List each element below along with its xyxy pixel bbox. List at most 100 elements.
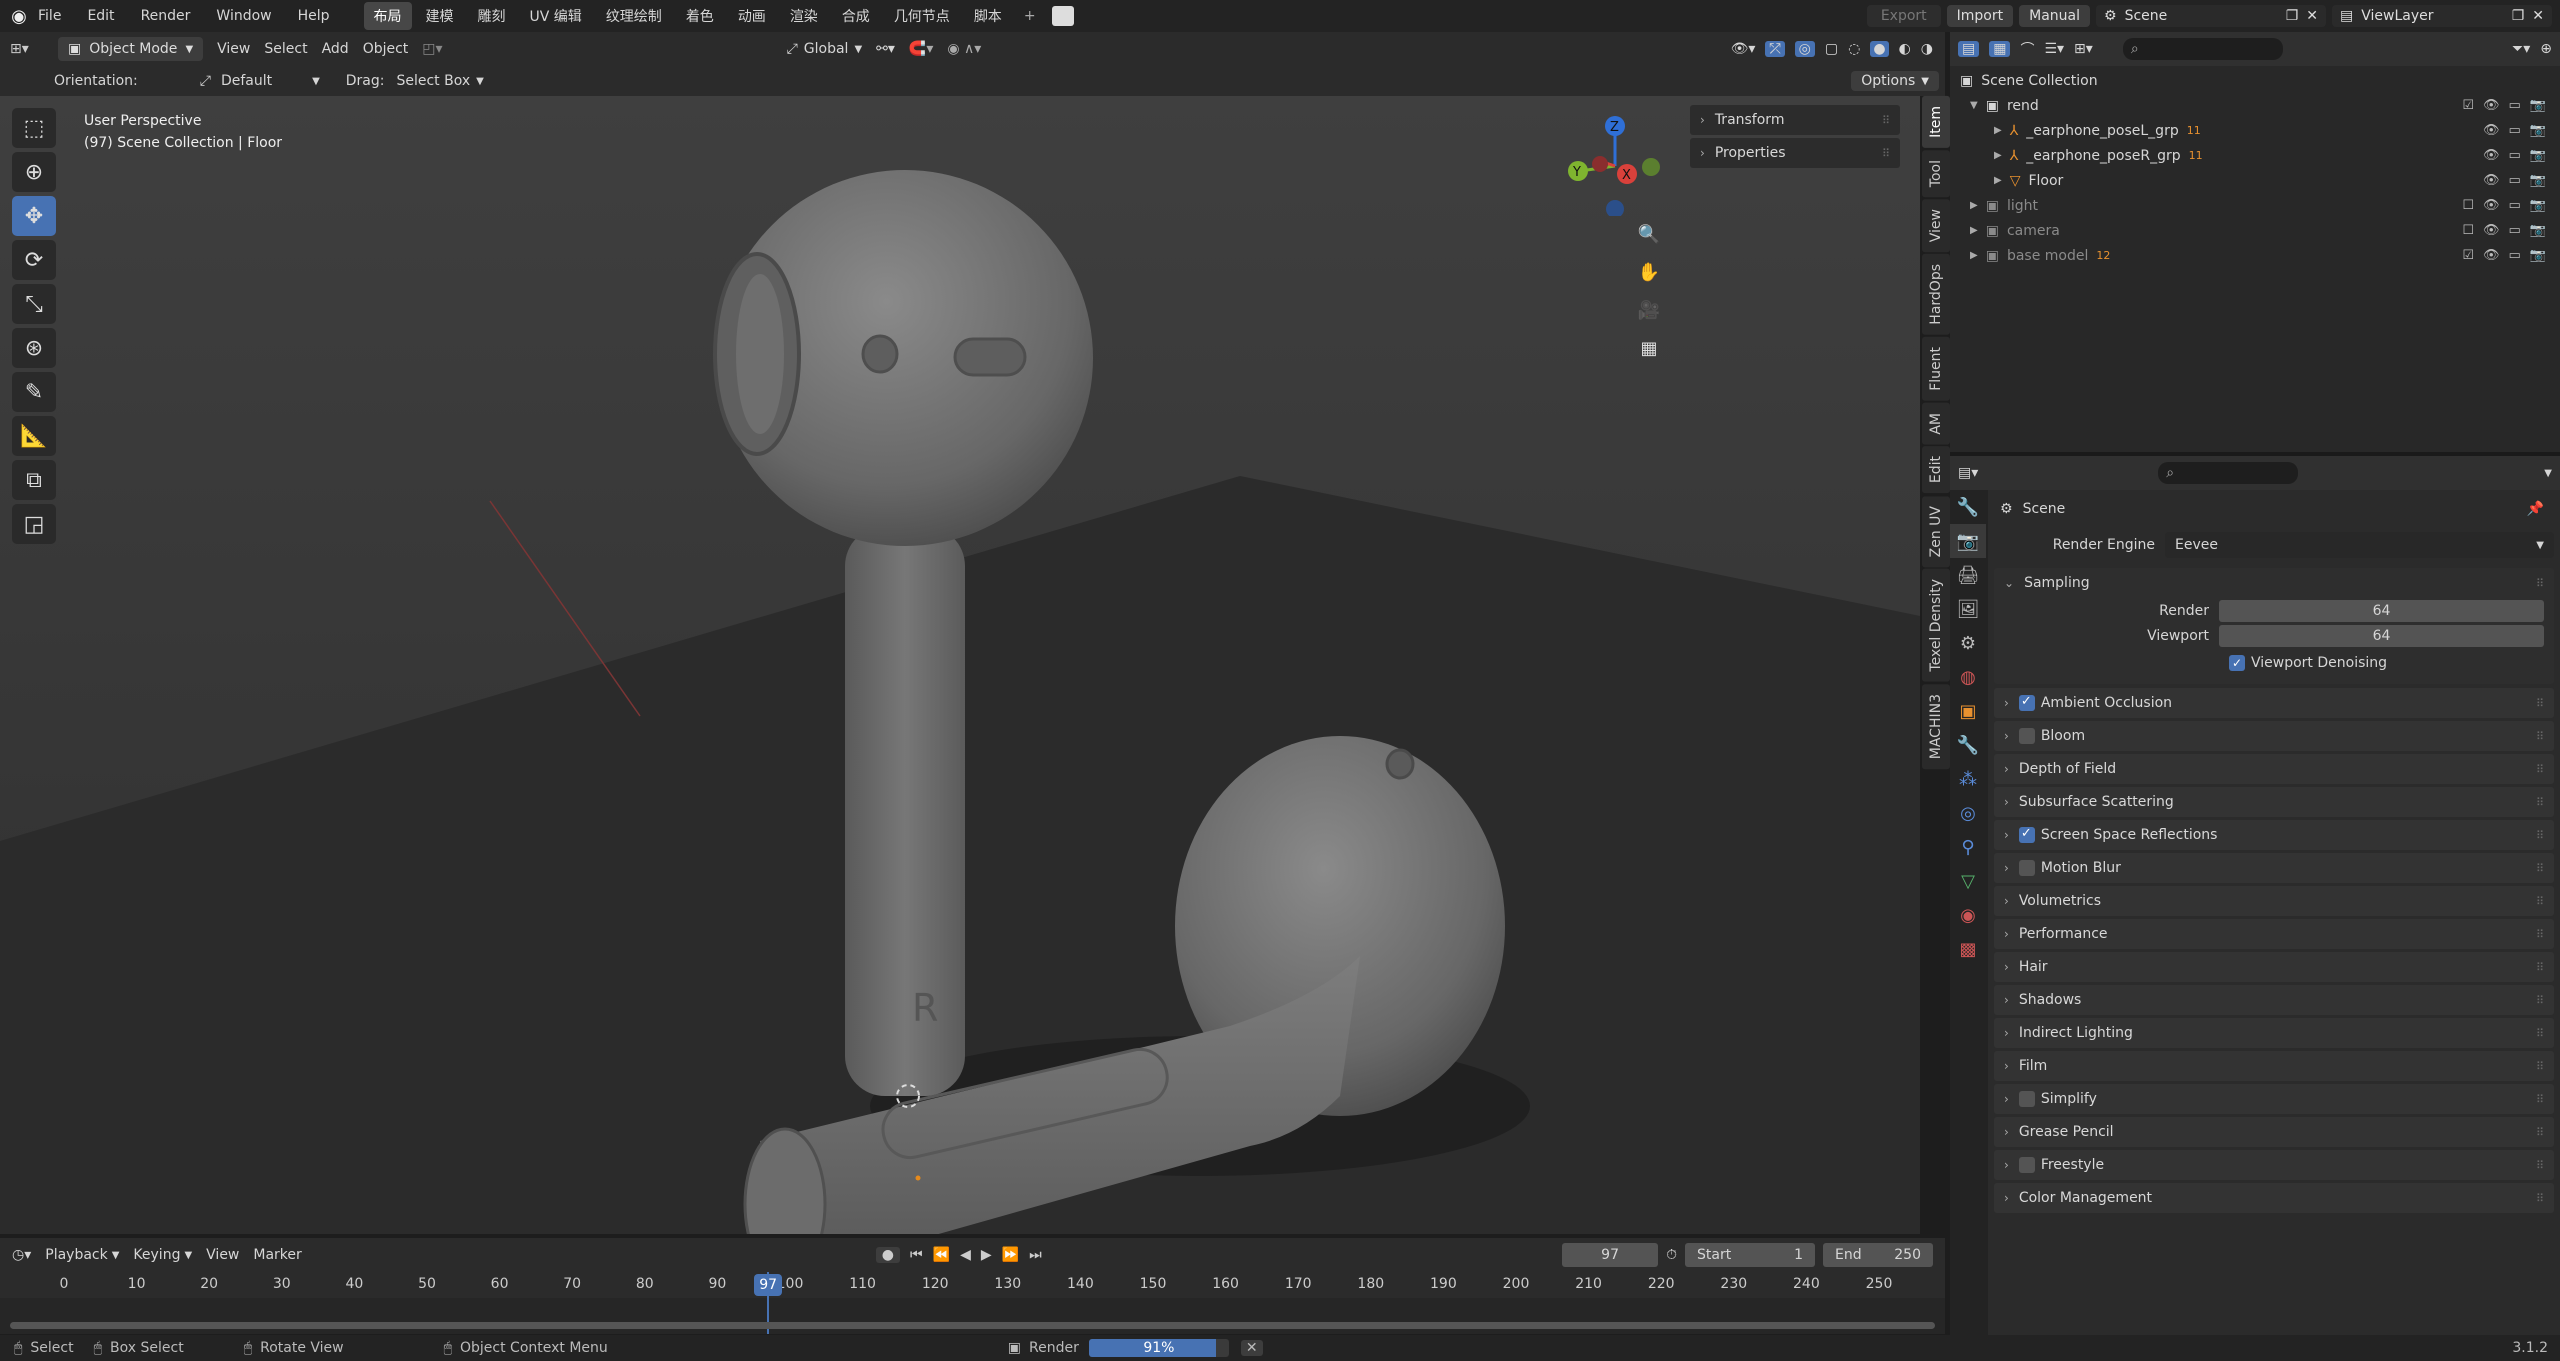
tab-workspace-layout[interactable]: 布局 (363, 2, 412, 30)
transform-tool-icon[interactable]: ⊛ (12, 328, 56, 368)
grip-icon[interactable]: ⠿ (2536, 994, 2544, 1007)
render-panel-grease-pencil[interactable]: › Grease Pencil ⠿ (1994, 1117, 2554, 1147)
grip-icon[interactable]: ⠿ (2536, 1060, 2544, 1073)
menu-help[interactable]: Help (298, 8, 330, 24)
tab-workspace-geometry-nodes[interactable]: 几何节点 (884, 2, 960, 30)
tab-workspace-modeling[interactable]: 建模 (416, 2, 464, 30)
texture-tab-icon[interactable]: ▩ (1950, 932, 1986, 966)
render-panel-ambient-occlusion[interactable]: › Ambient Occlusion ⠿ (1994, 688, 2554, 718)
gizmo-toggle-icon[interactable]: ⤱ (1765, 41, 1785, 57)
viewlayer-selector[interactable]: ▤ ViewLayer ❐ ✕ (2332, 5, 2552, 27)
xray-icon[interactable]: ▢ (1825, 41, 1838, 57)
render-panel-bloom[interactable]: › Bloom ⠿ (1994, 721, 2554, 751)
tab-view[interactable]: View (1922, 199, 1950, 253)
start-frame-field[interactable]: Start 1 (1685, 1243, 1815, 1267)
render-panel-indirect-lighting[interactable]: › Indirect Lighting ⠿ (1994, 1018, 2554, 1048)
new-collection-icon[interactable]: ⊞▾ (2074, 41, 2093, 57)
grip-icon[interactable]: ⠿ (2536, 763, 2544, 776)
drag-dropdown[interactable]: Select Box ▼ (396, 73, 483, 89)
material-tab-icon[interactable]: ◉ (1950, 898, 1986, 932)
render-samples-field[interactable]: 64 (2219, 599, 2544, 622)
render-engine-dropdown[interactable]: Eevee ▼ (2165, 532, 2554, 558)
render-panel-volumetrics[interactable]: › Volumetrics ⠿ (1994, 886, 2554, 916)
jump-start-icon[interactable]: ⏮ (910, 1247, 923, 1263)
checkbox-icon[interactable]: ☐ (2462, 223, 2474, 238)
eye-icon[interactable]: 👁 (2483, 98, 2500, 113)
viewport-denoising-checkbox[interactable]: ✓ (2229, 655, 2245, 671)
outliner-item[interactable]: ▼ ▣ rend ☑ 👁 ▭ 📷 (1956, 93, 2554, 118)
tab-fluent[interactable]: Fluent (1922, 337, 1950, 401)
scene-selector[interactable]: ⚙ Scene ❐ ✕ (2096, 5, 2326, 27)
select-box-tool-icon[interactable]: ⬚ (12, 108, 56, 148)
copy-icon[interactable]: ❐ (2512, 8, 2525, 24)
expand-arrow-icon[interactable]: ▼ (1970, 100, 1978, 111)
tab-am[interactable]: AM (1922, 402, 1950, 445)
grip-icon[interactable]: ⠿ (2536, 862, 2544, 875)
camera-icon[interactable]: 📷 (2530, 223, 2546, 238)
navigation-gizmo[interactable]: Z Y X (1555, 106, 1675, 216)
view-layer-tab-icon[interactable]: 🖼 (1950, 592, 1986, 626)
timeline-ruler[interactable]: 0 10 20 30 40 50 60 70 80 90 100 110 120 130 140 150 160… (0, 1272, 1945, 1298)
properties-editor-icon[interactable]: ▤▾ (1958, 465, 1978, 481)
grip-icon[interactable]: ⠿ (2536, 1192, 2544, 1205)
render-panel-depth-of-field[interactable]: › Depth of Field ⠿ (1994, 754, 2554, 784)
panel-enable-checkbox[interactable] (2018, 860, 2035, 876)
gpencil-icon[interactable]: ◰▾ (422, 41, 442, 57)
render-panel-subsurface-scattering[interactable]: › Subsurface Scattering ⠿ (1994, 787, 2554, 817)
3d-viewport[interactable]: R User Perspective (97) Scene Collection… (0, 96, 1920, 1234)
constraints-tab-icon[interactable]: ⚲ (1950, 830, 1986, 864)
render-panel-shadows[interactable]: › Shadows ⠿ (1994, 985, 2554, 1015)
mode-dropdown[interactable]: ▣ Object Mode ▼ (58, 37, 204, 61)
menu-add[interactable]: Add (322, 41, 349, 57)
grip-icon[interactable]: ⠿ (2536, 730, 2544, 743)
options-dropdown[interactable]: Options ▼ (1851, 71, 1939, 91)
image-icon[interactable] (1051, 6, 1074, 26)
checkbox-icon[interactable]: ☑ (2462, 248, 2474, 263)
grip-icon[interactable]: ⠿ (2536, 1093, 2544, 1106)
eye-icon[interactable]: 👁 (2483, 123, 2500, 138)
export-button[interactable]: Export (1866, 5, 1941, 27)
expand-arrow-icon[interactable]: ▶ (1994, 125, 2002, 136)
import-button[interactable]: Import (1946, 5, 2014, 27)
modifier-tab-icon[interactable]: 🔧 (1950, 728, 1986, 762)
playback-menu[interactable]: Playback ▼ (45, 1247, 119, 1263)
tab-texel-density[interactable]: Texel Density (1922, 568, 1950, 682)
tab-workspace-sculpting[interactable]: 雕刻 (468, 2, 516, 30)
monitor-icon[interactable]: ▭ (2509, 248, 2521, 263)
measure-tool-icon[interactable]: 📐 (12, 416, 56, 456)
render-panel-motion-blur[interactable]: › Motion Blur ⠿ (1994, 853, 2554, 883)
proportional-edit-icon[interactable]: ◉ ∧▾ (947, 41, 981, 57)
tab-workspace-rendering[interactable]: 渲染 (780, 2, 828, 30)
menu-render[interactable]: Render (141, 8, 191, 24)
pivot-icon[interactable]: ⚯▾ (876, 41, 895, 57)
outliner-mode-icon[interactable]: ▦ (1989, 41, 2011, 57)
data-tab-icon[interactable]: ▽ (1950, 864, 1986, 898)
tab-workspace-shading[interactable]: 着色 (676, 2, 724, 30)
outliner-item[interactable]: ▶ ▣ camera ☐ 👁 ▭ 📷 (1956, 218, 2554, 243)
camera-icon[interactable]: 📷 (2530, 123, 2546, 138)
add-icon[interactable]: ⊕ (2540, 41, 2552, 57)
render-panel-hair[interactable]: › Hair ⠿ (1994, 952, 2554, 982)
expand-arrow-icon[interactable]: ▶ (1970, 200, 1978, 211)
transform-panel[interactable]: › Transform ⠿ (1690, 105, 1900, 135)
panel-enable-checkbox[interactable] (2018, 1091, 2035, 1107)
monitor-icon[interactable]: ▭ (2509, 98, 2521, 113)
add-workspace-icon[interactable]: + (1016, 4, 1044, 28)
tab-workspace-texture-paint[interactable]: 纹理绘制 (596, 2, 672, 30)
grip-icon[interactable]: ⠿ (2536, 1027, 2544, 1040)
checkbox-icon[interactable]: ☑ (2462, 98, 2474, 113)
expand-arrow-icon[interactable]: ▶ (1994, 150, 2002, 161)
timeline-view-menu[interactable]: View (206, 1247, 239, 1263)
expand-arrow-icon[interactable]: ▶ (1970, 250, 1978, 261)
render-panel-performance[interactable]: › Performance ⠿ (1994, 919, 2554, 949)
chevron-down-icon[interactable]: ▼ (2544, 468, 2552, 479)
grip-icon[interactable]: ⠿ (2536, 1159, 2544, 1172)
expand-arrow-icon[interactable]: ▶ (1994, 175, 2002, 186)
pan-hand-icon[interactable]: ✋ (1632, 254, 1666, 292)
timeline-scrollbar[interactable] (10, 1322, 1935, 1329)
panel-enable-checkbox[interactable] (2018, 1157, 2035, 1173)
grip-icon[interactable]: ⠿ (2536, 577, 2544, 590)
monitor-icon[interactable]: ▭ (2509, 123, 2521, 138)
filter-icon[interactable]: ⏷▾ (2512, 41, 2530, 57)
particles-tab-icon[interactable]: ⁂ (1950, 762, 1986, 796)
